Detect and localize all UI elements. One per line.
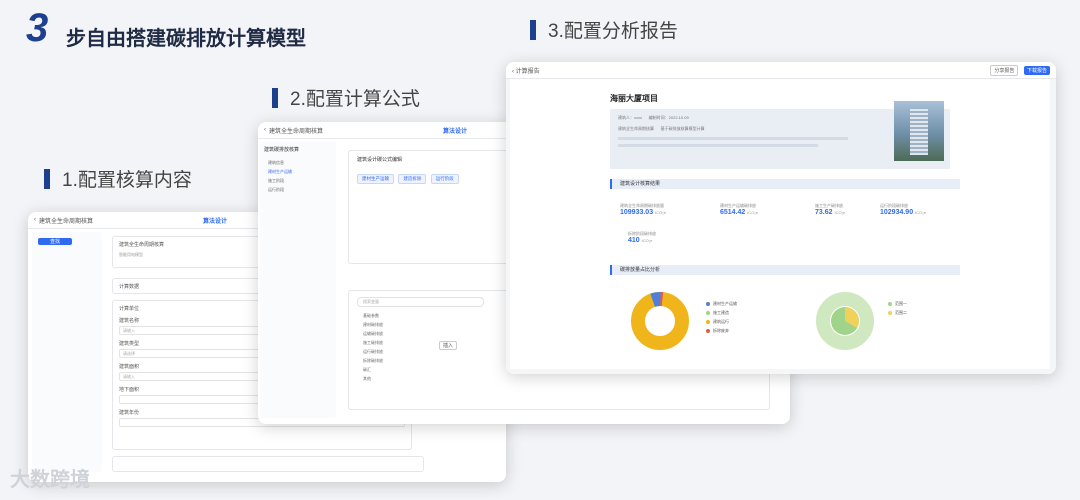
metric-unit: tCO₂e <box>655 210 666 215</box>
bottom-section[interactable] <box>112 456 424 472</box>
variable-search-input[interactable]: 搜索变量 <box>357 297 484 307</box>
building-photo <box>894 101 944 161</box>
tab-design[interactable]: 算法设计 <box>203 216 227 225</box>
report-window: ‹ 计算报告 分享报告 下载报告 海丽大厦项目 建筑人：xxxx 编制时间：20… <box>506 62 1056 374</box>
section-analysis-header: 碳排放量占比分析 <box>610 265 960 275</box>
legend-item: 范围二 <box>888 310 907 316</box>
tree-item[interactable]: 运行阶段 <box>268 187 336 193</box>
window-title: 计算报告 <box>515 68 540 75</box>
window-toolbar: ‹ 计算报告 分享报告 下载报告 <box>506 62 1056 79</box>
step-marker <box>44 168 50 189</box>
building-tower-shape <box>910 109 928 155</box>
metric-value: 6514.42 <box>720 209 746 216</box>
back-icon[interactable]: ‹ <box>34 217 36 223</box>
formula-chip[interactable]: 建造拆除 <box>398 174 427 184</box>
metric-unit: tCO₂e <box>915 210 926 215</box>
metric-total: 建筑全生命周期碳排放量 109933.03 tCO₂e <box>620 203 666 216</box>
tree-sidebar: 建筑碳排放核算 建筑信息 建材生产运输 施工阶段 运行阶段 <box>260 142 336 418</box>
window-title: 建筑全生命周期核算 <box>269 128 324 135</box>
legend-item: 建材生产运输 <box>706 301 737 307</box>
metric-construction: 施工生产碳排放 73.62 tCO₂e <box>815 203 845 216</box>
insert-button[interactable]: 插入 <box>439 341 457 350</box>
metric-materials: 建材生产运输碳排放 6514.42 tCO₂e <box>720 203 758 216</box>
tree-item[interactable]: 施工阶段 <box>268 178 336 184</box>
variable-item[interactable]: 其他 <box>363 376 769 382</box>
info-text-line <box>618 137 848 140</box>
legend-dot <box>706 320 710 324</box>
metric-unit: tCO₂e <box>834 210 846 215</box>
metric-demolition: 拆除阶段碳排放 410 tCO₂e <box>628 231 656 244</box>
metric-value: 73.62 <box>815 209 833 216</box>
step-marker <box>272 87 278 108</box>
download-report-button[interactable]: 下载报告 <box>1024 65 1050 75</box>
legend-item: 拆除废弃 <box>706 328 737 334</box>
legend-dot <box>706 329 710 333</box>
donut-legend-right: 范围一 范围二 <box>888 301 907 319</box>
metric-unit: tCO₂e <box>641 238 653 243</box>
info-text-line <box>618 144 818 147</box>
metric-value: 102934.90 <box>880 209 914 216</box>
step-2-label: 2.配置计算公式 <box>272 84 420 111</box>
donut-chart-scope <box>816 292 874 350</box>
legend-dot <box>888 302 892 306</box>
legend-item: 范围一 <box>888 301 907 307</box>
section-result-header: 建筑设计核算结果 <box>610 179 960 189</box>
step-3-label: 3.配置分析报告 <box>530 16 678 43</box>
formula-chip[interactable]: 运行阶段 <box>430 174 459 184</box>
metric-value: 109933.03 <box>620 209 654 216</box>
step-count-number: 3 <box>26 6 49 50</box>
metric-unit: tCO₂e <box>747 210 759 215</box>
metric-value: 410 <box>628 237 640 244</box>
tree-item[interactable]: 建材生产运输 <box>268 169 336 175</box>
legend-item: 施工建造 <box>706 310 737 316</box>
legend-dot <box>706 311 710 315</box>
legend-dot <box>706 302 710 306</box>
hero-title: 步自由搭建碳排放计算模型 <box>66 28 306 50</box>
step-marker <box>530 19 536 40</box>
tree-root: 建筑碳排放核算 <box>264 147 300 153</box>
formula-chip[interactable]: 建材生产运输 <box>357 174 394 184</box>
watermark-logo: 大数跨境 <box>10 469 90 491</box>
component-sidebar: 查找 <box>32 232 102 472</box>
report-page: 海丽大厦项目 建筑人：xxxx 编制时间：2022.10.09 建筑全生命周期核… <box>510 79 1050 369</box>
legend-item: 建筑运行 <box>706 319 737 325</box>
window-title: 建筑全生命周期核算 <box>39 218 94 225</box>
tab-design[interactable]: 算法设计 <box>443 126 467 135</box>
project-title: 海丽大厦项目 <box>610 94 658 103</box>
step-1-label: 1.配置核算内容 <box>44 165 192 192</box>
tree-item[interactable]: 建筑信息 <box>268 160 336 166</box>
legend-dot <box>888 311 892 315</box>
metric-operation: 运行阶段碳排放 102934.90 tCO₂e <box>880 203 926 216</box>
donut-chart-stages <box>631 292 689 350</box>
search-button[interactable]: 查找 <box>38 238 72 245</box>
back-icon[interactable]: ‹ <box>264 127 266 133</box>
donut-legend-left: 建材生产运输 施工建造 建筑运行 拆除废弃 <box>706 301 737 337</box>
share-report-button[interactable]: 分享报告 <box>990 64 1019 76</box>
